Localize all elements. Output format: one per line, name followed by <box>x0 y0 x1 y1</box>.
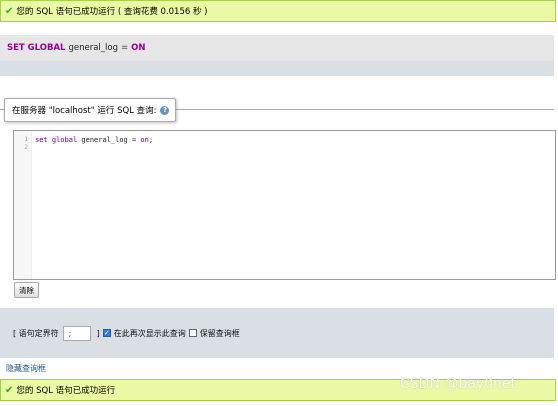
delimiter-label: [ 语句定界符 <box>13 328 59 338</box>
code-terminator: ; <box>148 136 154 144</box>
code-variable: general_log <box>81 136 128 144</box>
watermark: CSDN @bay0net <box>400 376 516 392</box>
check-icon: ✔ <box>5 5 14 17</box>
executed-sql: SET GLOBAL general_log = ON <box>0 35 554 61</box>
sql-editor[interactable]: 1 2 set global general_log = on; <box>13 130 556 280</box>
success-message-top: ✔ 您的 SQL 语句已成功运行 ( 查询花费 0.0156 秒 ) <box>0 0 556 22</box>
show-again-label[interactable]: 在此再次显示此查询 <box>114 328 186 339</box>
code-keyword: set <box>35 136 48 144</box>
check-icon: ✔ <box>5 384 14 396</box>
sql-value: ON <box>131 43 146 53</box>
line-number: 1 <box>24 136 28 143</box>
help-icon[interactable]: ? <box>160 105 170 115</box>
code-keyword: global <box>51 136 78 144</box>
legend-text: 在服务器 "localhost" 运行 SQL 查询: <box>12 106 157 116</box>
query-options-bar: [ 语句定界符 ; ] ✓ 在此再次显示此查询 保留查询框 <box>0 308 554 358</box>
success-text: 您的 SQL 语句已成功运行 ( 查询花费 0.0156 秒 ) <box>16 7 208 17</box>
line-number-gutter: 1 2 <box>14 131 32 279</box>
sql-keyword: SET GLOBAL <box>7 43 66 53</box>
clear-button[interactable]: 清除 <box>14 282 39 298</box>
sql-toolbar-strip <box>0 61 554 76</box>
line-number: 2 <box>24 144 28 151</box>
hide-query-box-link[interactable]: 隐藏查询框 <box>6 363 46 374</box>
delimiter-input[interactable]: ; <box>62 325 91 341</box>
code-value: on <box>140 136 149 144</box>
query-box-legend: 在服务器 "localhost" 运行 SQL 查询: ? <box>4 98 177 122</box>
show-again-checkbox[interactable]: ✓ <box>102 329 111 337</box>
sql-variable: general_log <box>68 43 118 53</box>
delimiter-close: ] <box>96 328 100 338</box>
keep-box-label[interactable]: 保留查询框 <box>200 328 240 339</box>
sql-operator: = <box>121 43 129 53</box>
sql-code[interactable]: set global general_log = on; <box>35 136 153 144</box>
code-operator: = <box>131 136 137 144</box>
keep-box-checkbox[interactable] <box>188 329 197 337</box>
success-text: 您的 SQL 语句已成功运行 <box>16 386 116 396</box>
